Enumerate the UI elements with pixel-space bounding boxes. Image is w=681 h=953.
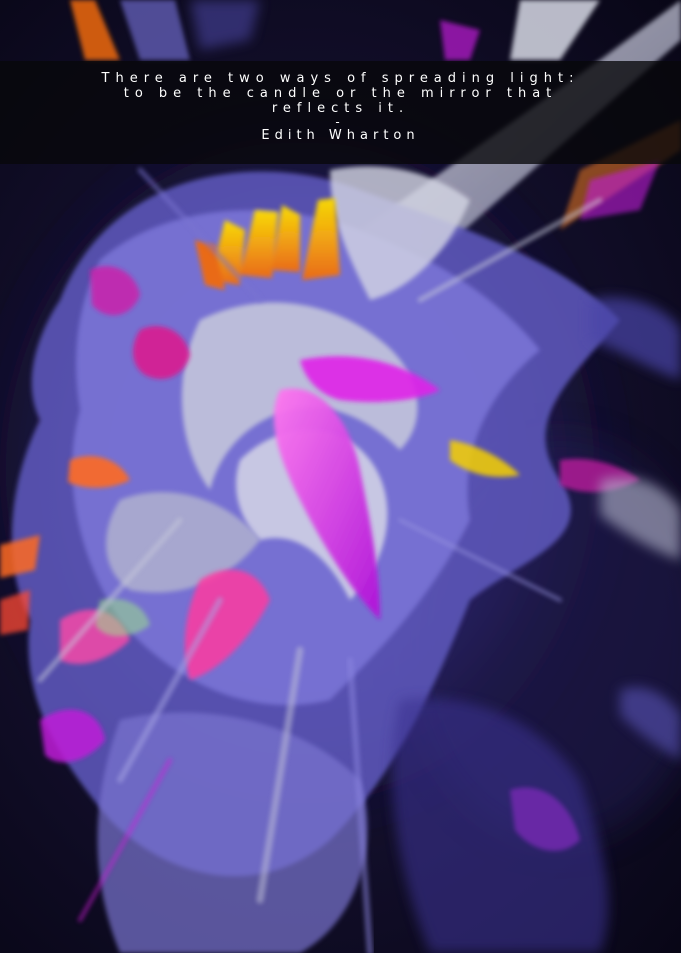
quote-banner: There are two ways of spreading light: t… — [0, 61, 681, 164]
quote-line-3: reflects it. — [271, 101, 410, 116]
quote-line-1: There are two ways of spreading light: — [101, 71, 580, 86]
poster: There are two ways of spreading light: t… — [0, 0, 681, 953]
quote-line-2: to be the candle or the mirror that — [123, 86, 558, 101]
quote-separator: - — [335, 115, 346, 129]
quote-author: Edith Wharton — [261, 128, 420, 143]
